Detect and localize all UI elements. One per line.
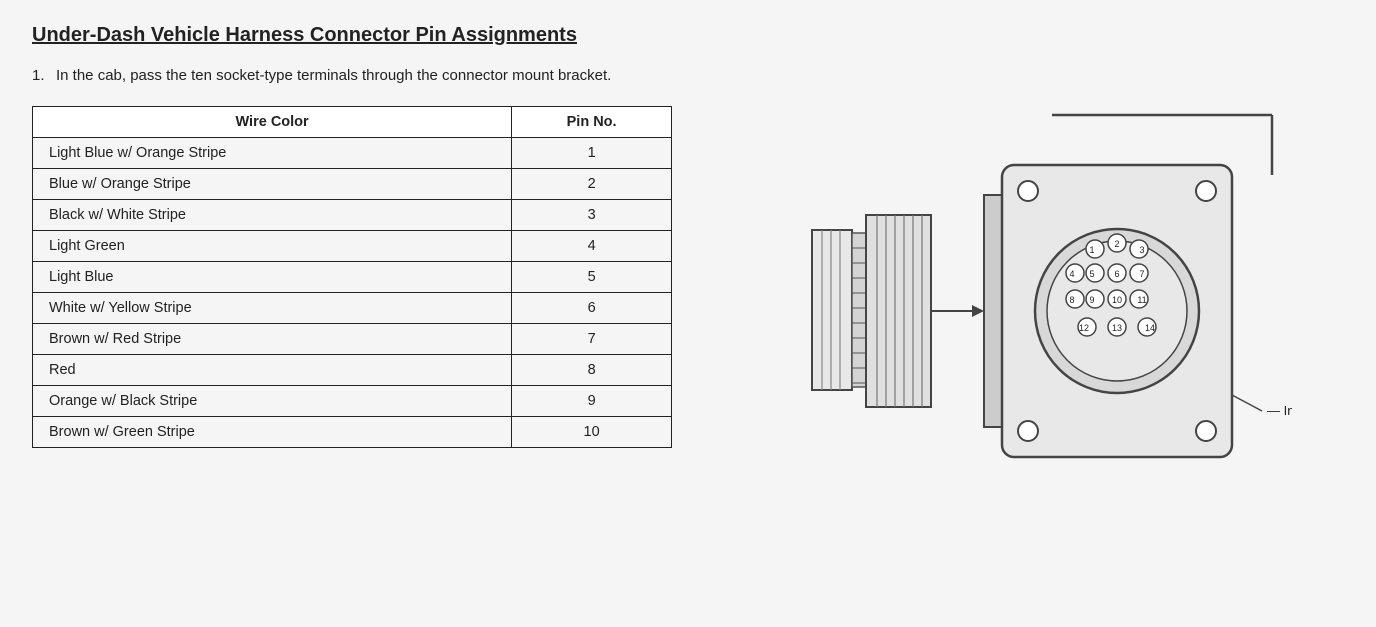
- svg-text:13: 13: [1112, 323, 1122, 333]
- page-title: Under-Dash Vehicle Harness Connector Pin…: [32, 24, 1344, 47]
- right-section: 1 2 3 4 5 6 7 8 9 10 11 12 13 14 — Inser…: [732, 85, 1344, 485]
- col-pin-no-header: Pin No.: [512, 106, 672, 137]
- svg-text:3: 3: [1139, 245, 1144, 255]
- table-row: White w/ Yellow Stripe6: [33, 292, 672, 323]
- connector-diagram-wrapper: 1 2 3 4 5 6 7 8 9 10 11 12 13 14 — Inser…: [732, 85, 1292, 485]
- cable-ribbed: [852, 233, 866, 387]
- svg-text:14: 14: [1145, 323, 1155, 333]
- svg-text:2: 2: [1114, 239, 1119, 249]
- svg-text:5: 5: [1089, 269, 1094, 279]
- wire-color-cell: Light Blue: [33, 261, 512, 292]
- pin-no-cell: 3: [512, 199, 672, 230]
- pin-no-cell: 6: [512, 292, 672, 323]
- pin-no-cell: 10: [512, 416, 672, 447]
- svg-text:9: 9: [1089, 295, 1094, 305]
- wire-color-cell: White w/ Yellow Stripe: [33, 292, 512, 323]
- table-row: Light Blue5: [33, 261, 672, 292]
- intro-number: 1.: [32, 65, 56, 88]
- svg-text:10: 10: [1112, 295, 1122, 305]
- pin-no-cell: 5: [512, 261, 672, 292]
- table-row: Brown w/ Green Stripe10: [33, 416, 672, 447]
- wire-color-cell: Light Green: [33, 230, 512, 261]
- insert-label: — Insert Pins Into This Side: [1267, 403, 1292, 418]
- pin-no-cell: 7: [512, 323, 672, 354]
- table-row: Light Blue w/ Orange Stripe1: [33, 137, 672, 168]
- wire-color-cell: Orange w/ Black Stripe: [33, 385, 512, 416]
- table-row: Blue w/ Orange Stripe2: [33, 168, 672, 199]
- table-row: Red8: [33, 354, 672, 385]
- svg-text:8: 8: [1069, 295, 1074, 305]
- pin-no-cell: 9: [512, 385, 672, 416]
- wire-color-cell: Brown w/ Red Stripe: [33, 323, 512, 354]
- pin-no-cell: 4: [512, 230, 672, 261]
- wire-color-cell: Light Blue w/ Orange Stripe: [33, 137, 512, 168]
- svg-text:11: 11: [1137, 295, 1146, 305]
- svg-text:7: 7: [1139, 269, 1144, 279]
- table-row: Brown w/ Red Stripe7: [33, 323, 672, 354]
- pin-no-cell: 8: [512, 354, 672, 385]
- wire-color-cell: Black w/ White Stripe: [33, 199, 512, 230]
- svg-text:1: 1: [1089, 245, 1094, 255]
- table-row: Light Green4: [33, 230, 672, 261]
- svg-text:12: 12: [1079, 323, 1089, 333]
- intro-paragraph: 1.In the cab, pass the ten socket-type t…: [32, 65, 692, 88]
- wire-color-cell: Blue w/ Orange Stripe: [33, 168, 512, 199]
- pin-no-cell: 1: [512, 137, 672, 168]
- wire-color-cell: Red: [33, 354, 512, 385]
- pin-no-cell: 2: [512, 168, 672, 199]
- left-section: 1.In the cab, pass the ten socket-type t…: [32, 65, 692, 448]
- table-row: Black w/ White Stripe3: [33, 199, 672, 230]
- table-row: Orange w/ Black Stripe9: [33, 385, 672, 416]
- pin-assignments-table: Wire Color Pin No. Light Blue w/ Orange …: [32, 106, 672, 448]
- wire-color-cell: Brown w/ Green Stripe: [33, 416, 512, 447]
- svg-text:4: 4: [1069, 269, 1074, 279]
- svg-text:6: 6: [1114, 269, 1119, 279]
- connector-diagram-svg: 1 2 3 4 5 6 7 8 9 10 11 12 13 14 — Inser…: [732, 85, 1292, 485]
- intro-text: In the cab, pass the ten socket-type ter…: [56, 65, 636, 88]
- col-wire-color-header: Wire Color: [33, 106, 512, 137]
